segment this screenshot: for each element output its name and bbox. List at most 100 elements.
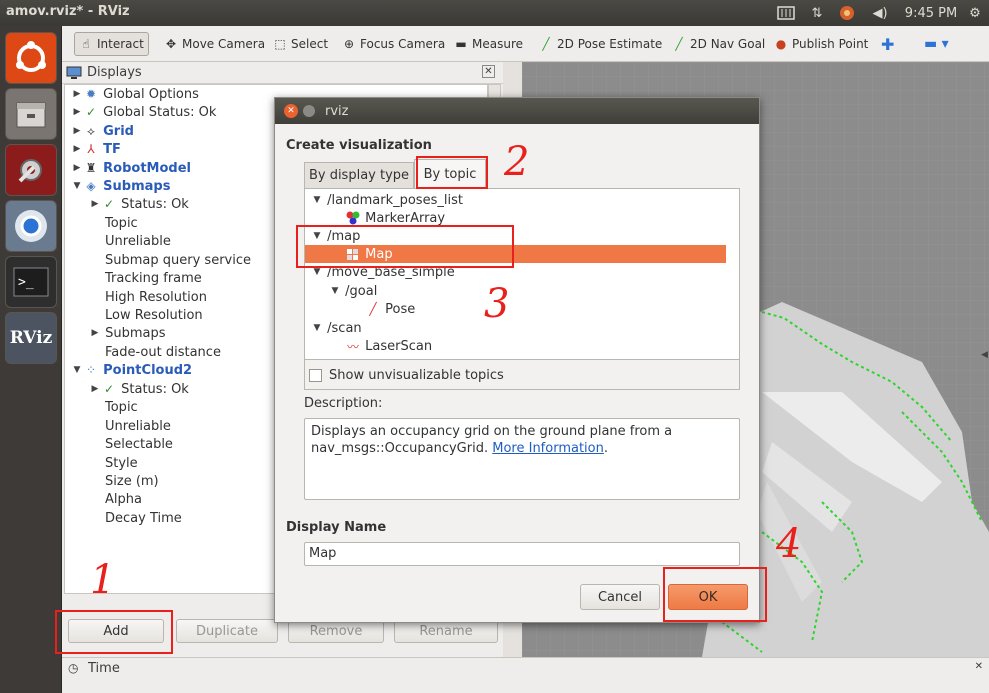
clock-icon: ◷ bbox=[68, 661, 79, 675]
tree-row-status[interactable]: ▶ ✓ Status: Ok bbox=[89, 195, 189, 213]
duplicate-button[interactable]: Duplicate bbox=[176, 619, 278, 643]
focus-camera-tool[interactable]: ⊕ Focus Camera bbox=[338, 32, 449, 56]
tree-row-property[interactable]: High Resolution bbox=[105, 288, 207, 306]
tree-row-property[interactable]: Unreliable bbox=[105, 417, 171, 435]
expand-arrow-icon[interactable]: ▶ bbox=[89, 384, 101, 394]
cancel-button[interactable]: Cancel bbox=[580, 584, 660, 610]
annotation-number-4: 4 bbox=[776, 521, 802, 567]
monitor-icon bbox=[66, 66, 82, 79]
tree-row-property[interactable]: Style bbox=[105, 454, 138, 472]
select-label: Select bbox=[291, 37, 329, 51]
time-title: Time bbox=[88, 661, 120, 676]
tree-row-property[interactable]: Low Resolution bbox=[105, 306, 203, 324]
close-icon[interactable]: ✕ bbox=[482, 65, 495, 78]
volume-icon[interactable]: ◀) bbox=[868, 3, 892, 23]
show-unvisualizable-checkbox[interactable] bbox=[309, 369, 322, 382]
ubuntu-dash-icon[interactable] bbox=[5, 32, 57, 84]
settings-icon[interactable] bbox=[5, 144, 57, 196]
expand-arrow-icon[interactable]: ▶ bbox=[71, 126, 83, 136]
nav-goal-tool[interactable]: ╱ 2D Nav Goal bbox=[668, 32, 769, 56]
publish-point-tool[interactable]: ● Publish Point bbox=[770, 32, 872, 56]
tree-row-global-options[interactable]: ▶ ✹ Global Options bbox=[71, 85, 199, 103]
checkbox-row: Show unvisualizable topics bbox=[304, 360, 740, 390]
add-tool-button[interactable]: ✚ bbox=[877, 32, 898, 56]
expand-arrow-icon[interactable]: ▶ bbox=[89, 328, 101, 338]
topic-row-laserscan[interactable]: 〰 LaserScan bbox=[345, 337, 432, 355]
tree-row-property[interactable]: Unreliable bbox=[105, 232, 171, 250]
terminal-icon[interactable]: >_ bbox=[5, 256, 57, 308]
dialog-title: rviz bbox=[325, 103, 349, 119]
clock[interactable]: 9:45 PM bbox=[902, 3, 960, 23]
tree-row-property[interactable]: Submap query service bbox=[105, 251, 251, 269]
crosshair-icon: ⊕ bbox=[343, 37, 355, 51]
displays-header: Displays ✕ bbox=[62, 62, 503, 84]
remove-tool-button[interactable]: ▬ ▾ bbox=[920, 32, 953, 56]
topic-row-scan[interactable]: ▼ /scan bbox=[311, 319, 362, 337]
close-icon[interactable]: ✕ bbox=[284, 104, 298, 118]
tree-row-pointcloud2[interactable]: ▼ ⁘ PointCloud2 bbox=[71, 361, 193, 379]
collapse-arrow-icon[interactable]: ▼ bbox=[71, 365, 83, 375]
topic-row-pose[interactable]: ╱ Pose bbox=[365, 300, 415, 318]
gear-icon[interactable]: ⚙ bbox=[966, 3, 984, 23]
tree-row-submaps[interactable]: ▼ ◈ Submaps bbox=[71, 177, 171, 195]
row-label: Alpha bbox=[105, 491, 142, 507]
tree-row-robotmodel[interactable]: ▶ ♜ RobotModel bbox=[71, 159, 191, 177]
topic-label: /goal bbox=[345, 283, 378, 299]
expand-arrow-icon[interactable]: ▶ bbox=[71, 107, 83, 117]
measure-tool[interactable]: ▬ Measure bbox=[450, 32, 527, 56]
tree-row-property[interactable]: Selectable bbox=[105, 435, 173, 453]
interact-tool[interactable]: ☝ Interact bbox=[74, 32, 149, 56]
description-end: . bbox=[603, 441, 609, 456]
file-manager-icon[interactable] bbox=[5, 88, 57, 140]
marker-array-icon bbox=[346, 211, 360, 225]
display-name-input[interactable]: Map bbox=[304, 542, 740, 566]
tree-row-property[interactable]: Decay Time bbox=[105, 509, 182, 527]
more-information-link[interactable]: More Information bbox=[492, 441, 604, 456]
chromium-icon[interactable] bbox=[5, 200, 57, 252]
collapse-arrow-icon[interactable]: ▼ bbox=[329, 286, 341, 296]
minimize-icon[interactable] bbox=[303, 105, 315, 117]
tree-row-property[interactable]: Topic bbox=[105, 214, 138, 232]
rviz-icon[interactable]: RViz bbox=[5, 312, 57, 364]
collapse-arrow-icon[interactable]: ▼ bbox=[311, 267, 323, 277]
topic-row-goal[interactable]: ▼ /goal bbox=[329, 282, 378, 300]
tab-by-display-type[interactable]: By display type bbox=[304, 162, 414, 188]
tree-row-submaps-child[interactable]: ▶ Submaps bbox=[89, 324, 166, 342]
tree-row-property[interactable]: Topic bbox=[105, 398, 138, 416]
tree-row-property[interactable]: Fade-out distance bbox=[105, 343, 221, 361]
expand-arrow-icon[interactable]: ▶ bbox=[71, 163, 83, 173]
tree-row-property[interactable]: Tracking frame bbox=[105, 269, 202, 287]
expand-arrow-icon[interactable]: ▶ bbox=[71, 144, 83, 154]
check-icon: ✓ bbox=[85, 105, 97, 119]
tree-row-property[interactable]: Size (m) bbox=[105, 472, 159, 490]
window-title: amov.rviz* - RViz bbox=[6, 4, 130, 19]
tree-row-tf[interactable]: ▶ ⅄ TF bbox=[71, 140, 121, 158]
expand-arrow-icon[interactable]: ▶ bbox=[71, 89, 83, 99]
tree-row-grid[interactable]: ▶ ⟡ Grid bbox=[71, 122, 134, 140]
collapse-arrow-icon[interactable]: ▼ bbox=[311, 323, 323, 333]
close-icon[interactable]: ✕ bbox=[975, 661, 983, 672]
tree-row-property[interactable]: Alpha bbox=[105, 490, 142, 508]
move-camera-tool[interactable]: ✥ Move Camera bbox=[160, 32, 269, 56]
collapse-arrow-icon[interactable]: ▼ bbox=[71, 181, 83, 191]
plus-icon: ✚ bbox=[881, 34, 895, 54]
collapse-arrow-icon[interactable]: ◀ bbox=[981, 350, 989, 364]
topic-label: LaserScan bbox=[365, 338, 433, 354]
topic-row-landmark[interactable]: ▼ /landmark_poses_list bbox=[311, 191, 463, 209]
update-icon[interactable] bbox=[836, 3, 858, 23]
move-camera-label: Move Camera bbox=[182, 37, 266, 51]
keyboard-icon[interactable] bbox=[776, 3, 796, 23]
pose-estimate-tool[interactable]: ╱ 2D Pose Estimate bbox=[535, 32, 666, 56]
tree-row-global-status[interactable]: ▶ ✓ Global Status: Ok bbox=[71, 103, 217, 121]
display-name-label: Display Name bbox=[286, 520, 387, 535]
row-label: Low Resolution bbox=[105, 307, 203, 323]
diamond-icon: ◈ bbox=[86, 179, 96, 193]
select-tool[interactable]: ⬚ Select bbox=[269, 32, 332, 56]
move-icon: ✥ bbox=[165, 37, 177, 51]
expand-arrow-icon[interactable]: ▶ bbox=[89, 199, 101, 209]
collapse-arrow-icon[interactable]: ▼ bbox=[311, 195, 323, 205]
annotation-number-1: 1 bbox=[90, 557, 116, 603]
tree-row-status[interactable]: ▶ ✓ Status: Ok bbox=[89, 380, 189, 398]
row-label: Style bbox=[105, 455, 138, 471]
network-icon[interactable]: ⇅ bbox=[806, 3, 828, 23]
